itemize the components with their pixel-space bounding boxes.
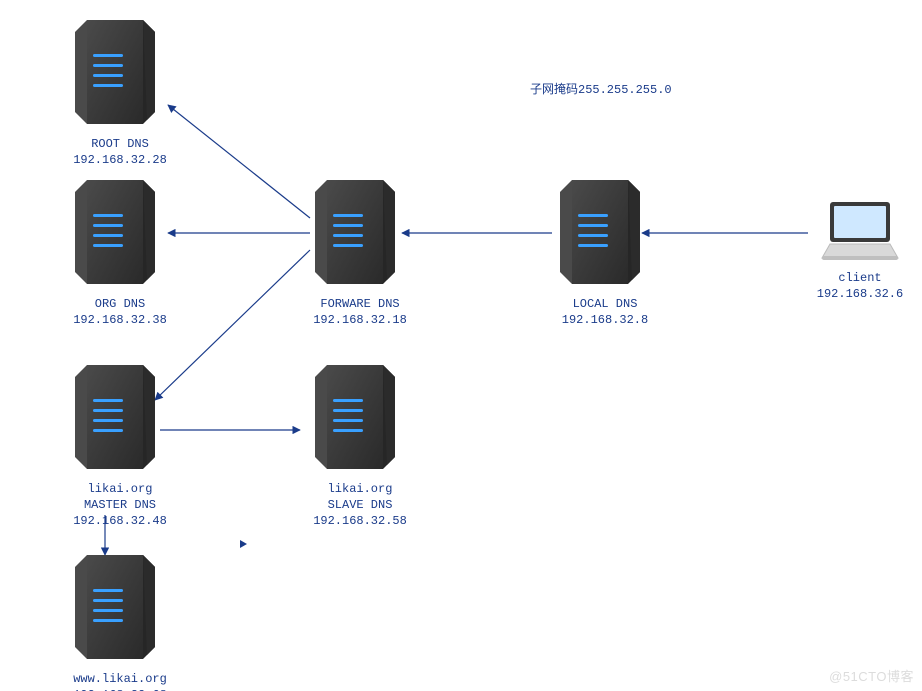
laptop-icon [820, 200, 900, 264]
server-icon [315, 365, 405, 475]
node-label: ROOT DNS 192.168.32.28 [60, 136, 180, 168]
server-icon [560, 180, 650, 290]
node-label: client 192.168.32.6 [810, 270, 910, 302]
server-icon [75, 555, 165, 665]
node-label: www.likai.org 192.168.32.68 [60, 671, 180, 691]
node-client: client 192.168.32.6 [810, 200, 910, 302]
node-label: likai.org MASTER DNS 192.168.32.48 [60, 481, 180, 530]
stray-arrowhead-icon [240, 540, 247, 548]
node-label: FORWARE DNS 192.168.32.18 [300, 296, 420, 328]
node-slave-dns: likai.org SLAVE DNS 192.168.32.58 [300, 365, 420, 530]
node-root-dns: ROOT DNS 192.168.32.28 [60, 20, 180, 168]
server-icon [75, 20, 165, 130]
watermark: @51CTO博客 [829, 666, 914, 685]
node-local-dns: LOCAL DNS 192.168.32.8 [545, 180, 665, 328]
node-master-dns: likai.org MASTER DNS 192.168.32.48 [60, 365, 180, 530]
node-forward-dns: FORWARE DNS 192.168.32.18 [300, 180, 420, 328]
diagram-canvas: 子网掩码255.255.255.0 [0, 0, 922, 691]
server-icon [75, 180, 165, 290]
subnet-mask-label: 子网掩码255.255.255.0 [530, 80, 672, 97]
server-icon [315, 180, 405, 290]
node-label: ORG DNS 192.168.32.38 [60, 296, 180, 328]
node-label: likai.org SLAVE DNS 192.168.32.58 [300, 481, 420, 530]
node-org-dns: ORG DNS 192.168.32.38 [60, 180, 180, 328]
server-icon [75, 365, 165, 475]
node-label: LOCAL DNS 192.168.32.8 [545, 296, 665, 328]
node-www: www.likai.org 192.168.32.68 [60, 555, 180, 691]
